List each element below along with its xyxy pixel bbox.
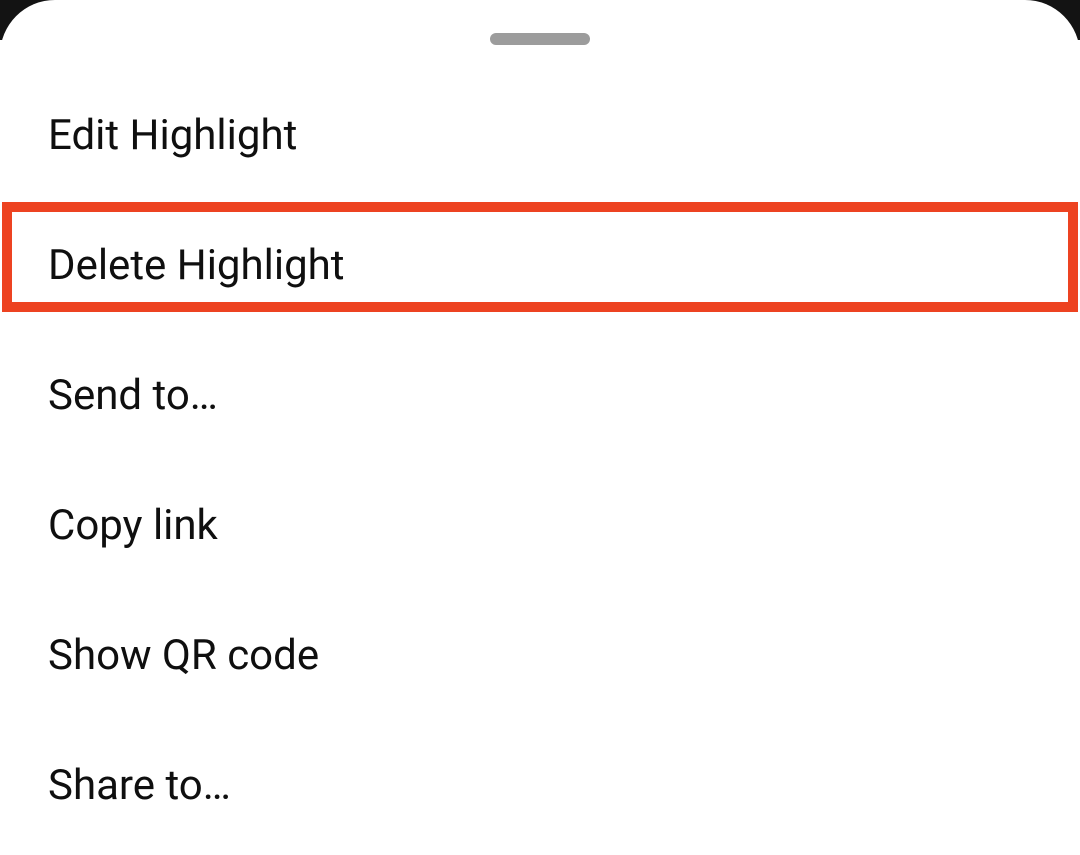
menu-item-label: Share to… [48, 761, 231, 810]
menu-item-label: Copy link [48, 501, 218, 550]
menu-item-label: Send to… [48, 371, 218, 420]
menu-item-send-to[interactable]: Send to… [0, 330, 1080, 460]
menu-item-copy-link[interactable]: Copy link [0, 460, 1080, 590]
menu-item-label: Show QR code [48, 631, 319, 680]
drag-handle[interactable] [490, 33, 590, 45]
menu-item-label: Edit Highlight [48, 111, 297, 160]
menu-item-show-qr-code[interactable]: Show QR code [0, 590, 1080, 720]
menu-item-edit-highlight[interactable]: Edit Highlight [0, 70, 1080, 200]
menu-item-delete-highlight[interactable]: Delete Highlight [0, 200, 1080, 330]
bottom-sheet: Edit Highlight Delete Highlight Send to…… [0, 0, 1080, 855]
sheet-panel: Edit Highlight Delete Highlight Send to…… [0, 0, 1080, 855]
menu-item-share-to[interactable]: Share to… [0, 720, 1080, 850]
menu-list: Edit Highlight Delete Highlight Send to…… [0, 70, 1080, 850]
menu-item-label: Delete Highlight [48, 241, 345, 290]
